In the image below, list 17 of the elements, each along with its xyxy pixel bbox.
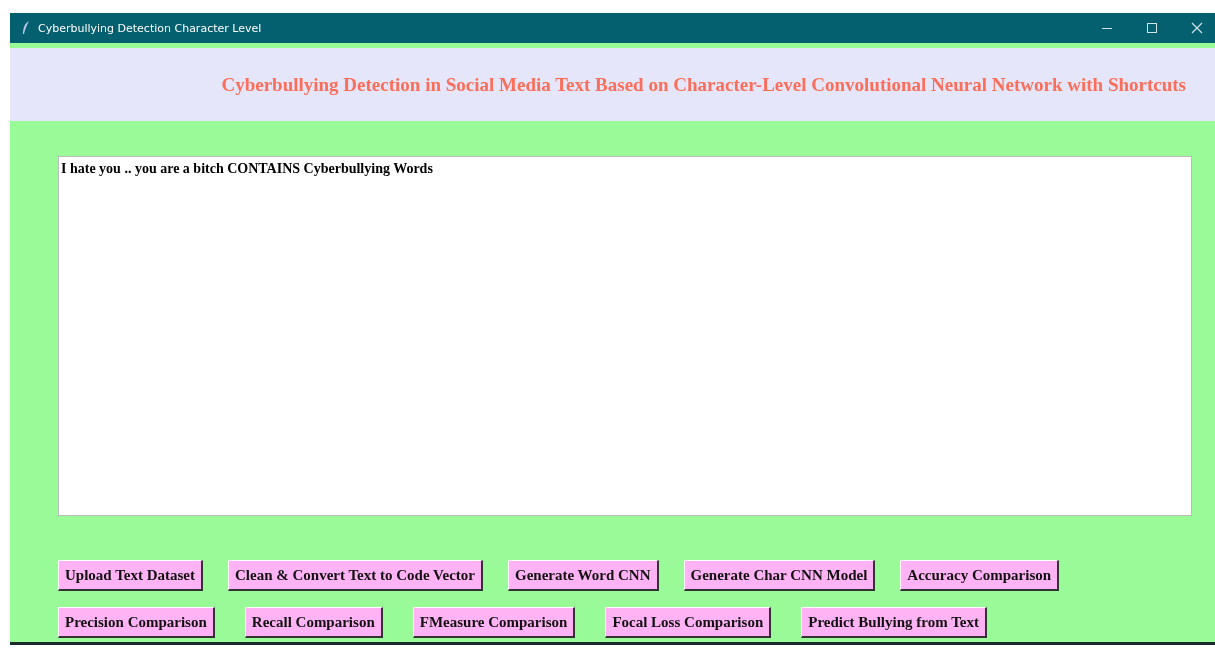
action-button[interactable]: Recall Comparison <box>244 607 383 638</box>
feather-icon <box>22 21 30 35</box>
maximize-icon[interactable] <box>1146 22 1158 34</box>
action-button[interactable]: Upload Text Dataset <box>58 560 203 591</box>
action-button[interactable]: Precision Comparison <box>58 607 215 638</box>
action-button[interactable]: Generate Char CNN Model <box>683 560 876 591</box>
action-button[interactable]: Generate Word CNN <box>508 560 659 591</box>
action-button[interactable]: Predict Bullying from Text <box>801 607 987 638</box>
action-button[interactable]: Clean & Convert Text to Code Vector <box>228 560 483 591</box>
window-title: Cyberbullying Detection Character Level <box>38 21 262 35</box>
action-button[interactable]: Focal Loss Comparison <box>605 607 772 638</box>
action-button[interactable]: Accuracy Comparison <box>900 560 1060 591</box>
close-icon[interactable] <box>1191 22 1203 34</box>
output-text-area[interactable]: I hate you .. you are a bitch CONTAINS Cyberbullying Words <box>58 156 1192 516</box>
action-button[interactable]: FMeasure Comparison <box>412 607 576 638</box>
app-heading: Cyberbullying Detection in Social Media Text Based on Character-Level Convolutional Neural Network with Shortcuts <box>221 73 1186 96</box>
output-text: I hate you .. you are a bitch CONTAINS Cyberbullying Words <box>61 161 433 176</box>
